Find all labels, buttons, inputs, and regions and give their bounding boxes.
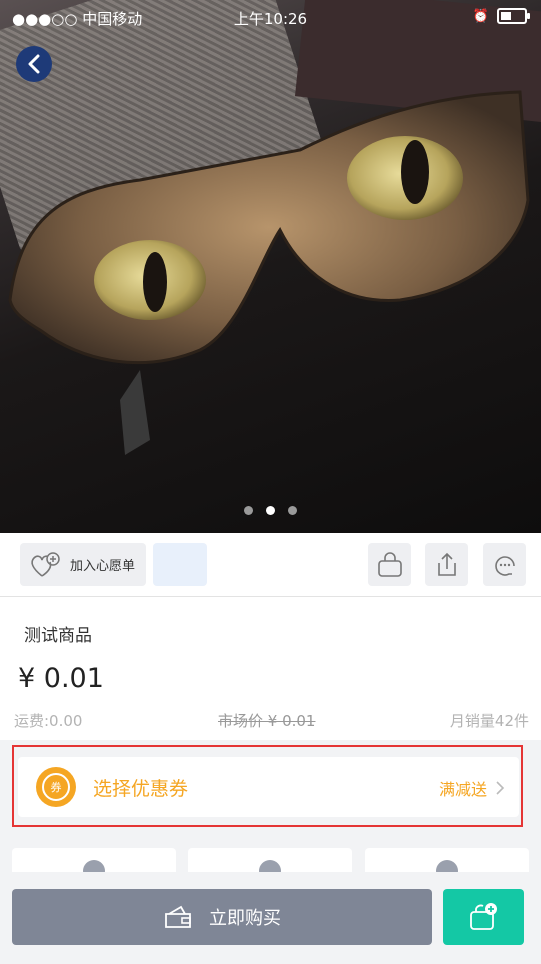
shop-bag-button[interactable] — [368, 543, 411, 586]
add-to-cart-button[interactable] — [443, 889, 524, 945]
carousel-pagination — [0, 506, 541, 515]
customer-service-icon — [494, 555, 515, 576]
select-coupon-row[interactable]: 券 选择优惠券 满减送 — [18, 757, 519, 817]
product-title: 测试商品 — [24, 626, 92, 646]
bag-icon — [377, 551, 402, 577]
buy-now-label: 立即购买 — [209, 908, 281, 929]
shipping-fee: 运费:0.00 — [14, 712, 83, 730]
customer-service-button[interactable] — [483, 543, 526, 586]
battery-icon — [497, 8, 530, 24]
promo-label: 满减送 — [438, 780, 487, 799]
market-price: 市场价 ¥ 0.01 — [218, 712, 316, 730]
product-price: ¥ 0.01 — [18, 663, 104, 694]
coupon-badge-text: 券 — [42, 773, 70, 801]
monthly-sales: 月销量42件 — [449, 712, 529, 730]
coupon-label: 选择优惠券 — [93, 778, 189, 800]
clock: 上午10:26 — [233, 10, 308, 28]
chevron-right-icon — [496, 781, 505, 795]
chevron-left-icon — [28, 54, 40, 74]
add-to-wishlist-button[interactable]: 加入心愿单 — [20, 543, 146, 586]
product-image-carousel[interactable]: ●●●○○ 中国移动 上午10:26 ⏰ — [0, 0, 541, 533]
heart-plus-icon — [31, 551, 60, 577]
alarm-icon: ⏰ — [472, 8, 489, 24]
status-bar: ●●●○○ 中国移动 上午10:26 ⏰ — [0, 0, 541, 36]
cat-eye-glasses-photo — [8, 90, 530, 455]
carousel-dot[interactable] — [244, 506, 253, 515]
wishlist-label: 加入心愿单 — [70, 559, 136, 574]
cart-plus-icon — [469, 903, 497, 930]
share-button[interactable] — [425, 543, 468, 586]
carousel-dot-active[interactable] — [266, 506, 275, 515]
back-button[interactable] — [16, 46, 52, 82]
carousel-dot[interactable] — [288, 506, 297, 515]
bottom-action-bar: 立即购买 — [0, 872, 541, 964]
product-info-panel: 测试商品 ¥ 0.01 运费:0.00 市场价 ¥ 0.01 月销量42件 — [0, 597, 541, 740]
buy-now-button[interactable]: 立即购买 — [12, 889, 432, 945]
action-row: 加入心愿单 — [0, 533, 541, 597]
wallet-icon — [165, 905, 191, 928]
share-icon — [437, 552, 456, 576]
coupon-badge-icon: 券 — [36, 767, 76, 807]
blank-action-pill[interactable] — [153, 543, 207, 586]
